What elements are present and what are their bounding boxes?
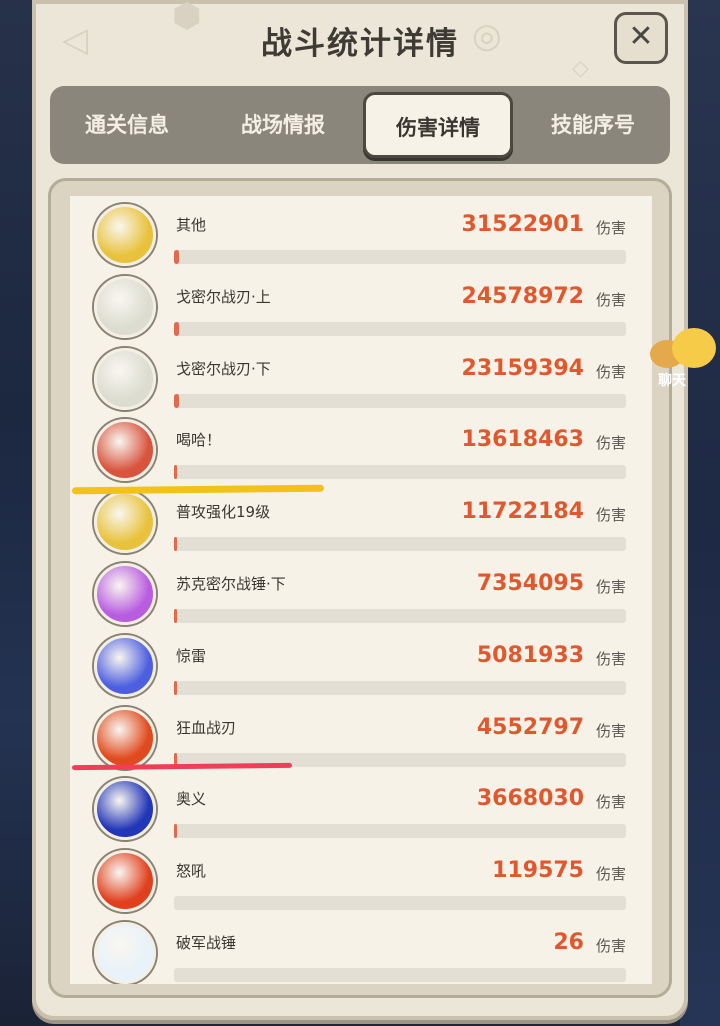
skill-name: 普攻强化19级 [176, 503, 271, 522]
war-hammer-icon [94, 563, 156, 625]
hammer-block-icon [94, 275, 156, 338]
skill-name: 破军战锤 [176, 934, 237, 952]
damage-row: 戈密尔战刃·上 24578972 伤害 [70, 275, 652, 348]
damage-bar [174, 824, 626, 839]
skill-name: 苏克密尔战锤·下 [176, 575, 286, 593]
damage-value: 5081933 [476, 642, 584, 668]
skill-name: 戈密尔战刃·上 [176, 287, 271, 306]
damage-bar [174, 321, 626, 336]
damage-row: 惊雷 5081933 伤害 [70, 634, 652, 707]
skill-name: 喝哈！ [176, 431, 222, 450]
damage-unit-label: 伤害 [595, 721, 626, 740]
damage-bar-fill [174, 250, 179, 264]
damage-bar-fill [174, 321, 179, 336]
damage-value: 119575 [492, 858, 584, 884]
stone-block-icon [94, 491, 156, 554]
damage-bar [174, 968, 626, 982]
warrior-face-icon [94, 419, 156, 482]
damage-list[interactable]: 其他 31522901 伤害 戈密尔战刃·上 24578972 伤害 戈密尔战刃·下 2315… [70, 196, 652, 984]
skill-name: 其他 [176, 216, 207, 234]
damage-bar [174, 680, 626, 695]
damage-unit-label: 伤害 [595, 937, 626, 955]
damage-unit-label: 伤害 [595, 865, 626, 884]
tab-skill-order[interactable]: 技能序号 [518, 86, 668, 164]
damage-unit-label: 伤害 [595, 290, 626, 309]
damage-bar [174, 393, 626, 408]
damage-value: 26 [553, 930, 584, 955]
damage-row: 戈密尔战刃·下 23159394 伤害 [70, 347, 652, 420]
damage-value: 13618463 [461, 427, 584, 453]
damage-bar-fill [174, 824, 177, 839]
damage-value: 7354095 [476, 571, 584, 596]
tab-bar: 通关信息 战场情报 伤害详情 技能序号 [50, 86, 670, 164]
damage-value: 24578972 [461, 283, 584, 309]
damage-bar-fill [174, 537, 177, 552]
damage-bar [174, 609, 626, 623]
skill-name: 怒吼 [176, 862, 207, 881]
damage-unit-label: 伤害 [595, 649, 626, 668]
damage-bar [174, 537, 626, 552]
damage-bar-fill [174, 680, 177, 695]
tab-battlefield-intel[interactable]: 战场情报 [208, 86, 358, 164]
skill-name: 奥义 [176, 790, 207, 809]
damage-value: 23159394 [461, 355, 584, 381]
damage-unit-label: 伤害 [595, 362, 626, 381]
smiley-icon [672, 328, 716, 368]
damage-row: 奥义 3668030 伤害 [70, 778, 652, 850]
spear-icon [94, 850, 156, 913]
close-icon: ✕ [628, 19, 654, 54]
tab-clear-info[interactable]: 通关信息 [52, 86, 202, 164]
tab-damage-details[interactable]: 伤害详情 [363, 92, 513, 158]
damage-bar-fill [174, 609, 177, 623]
damage-row: 普攻强化19级 11722184 伤害 [70, 491, 652, 563]
damage-value: 11722184 [461, 499, 584, 525]
skill-name: 狂血战刃 [176, 718, 237, 737]
damage-row: 怒吼 119575 伤害 [70, 850, 652, 922]
damage-value: 31522901 [461, 212, 584, 237]
damage-value: 3668030 [476, 786, 584, 812]
damage-bar [174, 465, 626, 480]
crystal-icon [94, 922, 156, 984]
close-button[interactable]: ✕ [614, 12, 668, 64]
hammer-block-icon [94, 347, 156, 410]
damage-unit-label: 伤害 [595, 434, 626, 453]
blood-flame-icon [94, 706, 156, 769]
damage-unit-label: 伤害 [595, 219, 626, 237]
damage-unit-label: 伤害 [595, 578, 626, 596]
damage-bar-fill [174, 465, 177, 480]
chat-label: 聊天 [658, 373, 686, 389]
stone-block-icon [94, 204, 156, 266]
damage-unit-label: 伤害 [595, 793, 626, 812]
damage-row: 破军战锤 26 伤害 [70, 922, 652, 984]
damage-row: 其他 31522901 伤害 [70, 204, 652, 276]
damage-bar [174, 896, 626, 911]
lightning-icon [94, 634, 156, 697]
damage-value: 4552797 [476, 714, 584, 740]
vortex-icon [94, 778, 156, 841]
damage-unit-label: 伤害 [595, 506, 626, 525]
damage-row: 苏克密尔战锤·下 7354095 伤害 [70, 563, 652, 635]
skill-name: 惊雷 [176, 646, 207, 665]
chat-button[interactable]: 聊天 [648, 324, 720, 392]
skill-name: 戈密尔战刃·下 [176, 359, 271, 378]
damage-bar [174, 250, 626, 264]
panel-title: 战斗统计详情 [261, 26, 459, 62]
damage-bar-fill [174, 393, 179, 408]
damage-row: 喝哈！ 13618463 伤害 [70, 419, 652, 491]
